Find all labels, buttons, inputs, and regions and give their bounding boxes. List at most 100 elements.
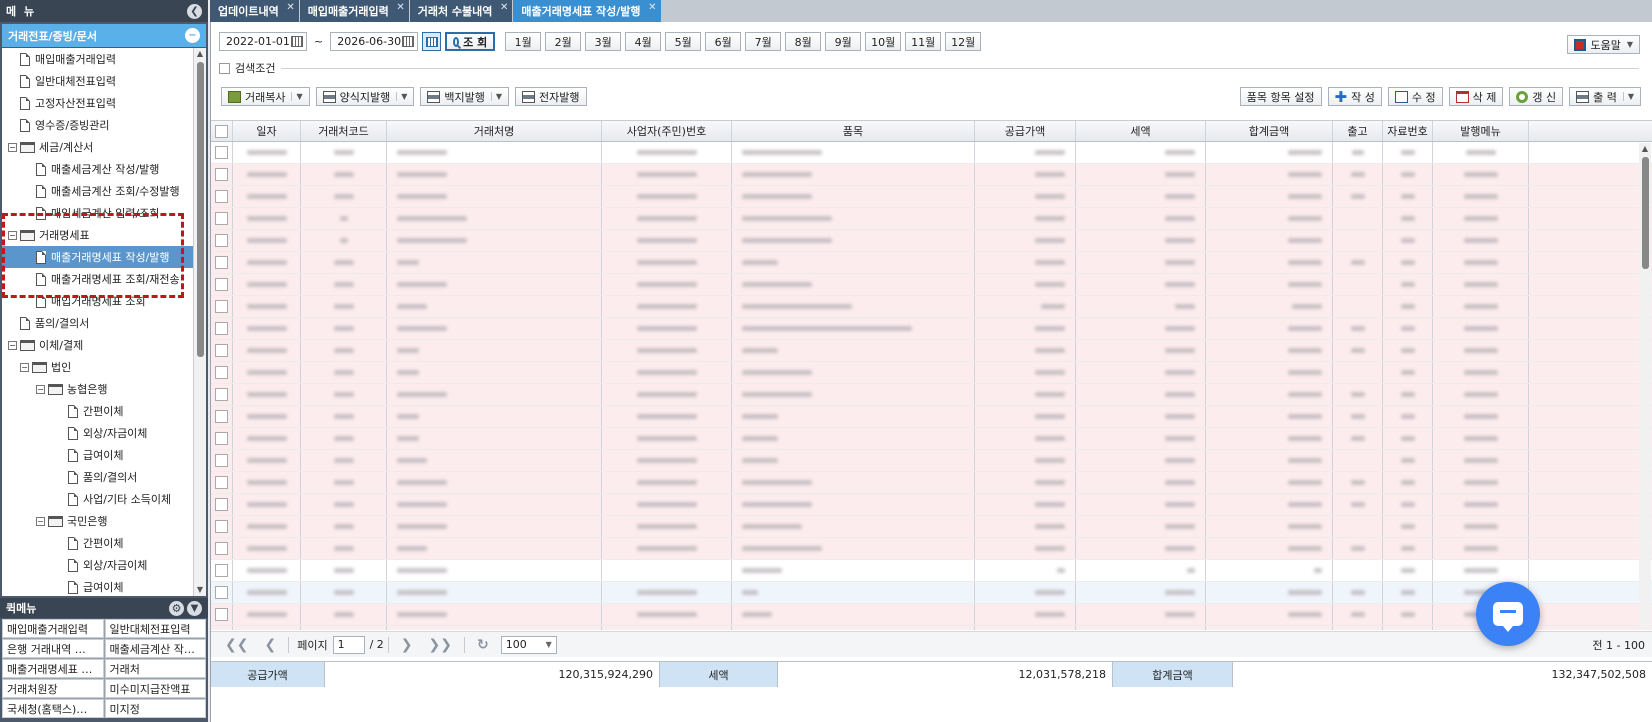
- menu-tree-folder[interactable]: − 세금/계산서: [2, 136, 193, 158]
- month-button-4[interactable]: 4월: [625, 32, 662, 51]
- row-checkbox[interactable]: [215, 300, 228, 313]
- quick-menu-item[interactable]: 매출세금계산 작…: [104, 639, 206, 658]
- collapse-toggle-icon[interactable]: −: [36, 384, 45, 394]
- table-row[interactable]: [211, 626, 1652, 630]
- tab-3[interactable]: 매출거래명세표 작성/발행 ✕: [513, 0, 661, 22]
- row-checkbox[interactable]: [215, 388, 228, 401]
- menu-tree-folder[interactable]: − 농협은행: [2, 378, 193, 400]
- menu-tree-folder[interactable]: − 국민은행: [2, 510, 193, 532]
- table-row[interactable]: [211, 142, 1652, 164]
- first-page-icon[interactable]: ❮❮: [225, 637, 248, 653]
- row-checkbox[interactable]: [215, 256, 228, 269]
- collapse-toggle-icon[interactable]: −: [8, 230, 17, 240]
- blank-issue-button[interactable]: 백지발행 ▼: [420, 87, 510, 106]
- menu-tree-item[interactable]: 품의/결의서: [2, 312, 193, 334]
- row-checkbox[interactable]: [215, 564, 228, 577]
- scroll-up-icon[interactable]: ▲: [194, 48, 206, 60]
- menu-tree-item[interactable]: 간편이체: [2, 400, 193, 422]
- quick-menu-item[interactable]: 국세청(홈택스)…: [2, 699, 104, 718]
- minus-icon[interactable]: −: [185, 28, 200, 43]
- menu-tree-folder[interactable]: − 거래명세표: [2, 224, 193, 246]
- menu-tree-item[interactable]: 매출거래명세표 조회/재전송: [2, 268, 193, 290]
- chevron-down-icon[interactable]: ▼: [291, 92, 303, 101]
- scrollbar-thumb[interactable]: [1642, 157, 1649, 269]
- row-checkbox[interactable]: [215, 146, 228, 159]
- collapse-toggle-icon[interactable]: −: [20, 362, 29, 372]
- column-header[interactable]: 합계금액: [1206, 121, 1333, 141]
- menu-group-header[interactable]: 거래전표/증빙/문서 −: [2, 24, 206, 47]
- row-checkbox[interactable]: [215, 498, 228, 511]
- edit-button[interactable]: 수 정: [1387, 87, 1443, 106]
- collapse-toggle-icon[interactable]: −: [8, 340, 17, 350]
- create-button[interactable]: ✚ 작 성: [1327, 87, 1382, 106]
- menu-tree-item[interactable]: 사업/기타 소득이체: [2, 488, 193, 510]
- table-row[interactable]: [211, 604, 1652, 626]
- next-page-icon[interactable]: ❯: [401, 637, 413, 653]
- column-header[interactable]: 사업자(주민)번호: [602, 121, 732, 141]
- date-from-input[interactable]: 2022-01-01: [219, 32, 307, 51]
- table-row[interactable]: [211, 428, 1652, 450]
- row-checkbox[interactable]: [215, 322, 228, 335]
- table-row[interactable]: [211, 230, 1652, 252]
- quick-menu-item[interactable]: 은행 거래내역 …: [2, 639, 104, 658]
- month-button-12[interactable]: 12월: [945, 32, 982, 51]
- menu-tree-item[interactable]: 매출세금계산 조회/수정발행: [2, 180, 193, 202]
- collapse-menu-icon[interactable]: ❮: [187, 3, 202, 19]
- chevron-down-icon[interactable]: ▼: [490, 92, 502, 101]
- collapse-toggle-icon[interactable]: −: [8, 142, 17, 152]
- quick-menu-item[interactable]: 거래처: [104, 659, 206, 678]
- chevron-down-icon[interactable]: ▼: [396, 92, 407, 101]
- row-checkbox[interactable]: [215, 608, 228, 621]
- scroll-down-icon[interactable]: ▼: [194, 584, 206, 596]
- quick-menu-item[interactable]: 미지정: [104, 699, 206, 718]
- search-condition-toggle[interactable]: 검색조건: [219, 60, 1639, 76]
- table-row[interactable]: [211, 560, 1652, 582]
- row-checkbox[interactable]: [215, 454, 228, 467]
- row-checkbox[interactable]: [215, 520, 228, 533]
- month-button-10[interactable]: 10월: [865, 32, 902, 51]
- reload-icon[interactable]: ↻: [477, 637, 489, 653]
- month-button-11[interactable]: 11월: [905, 32, 942, 51]
- menu-tree-folder[interactable]: − 이체/결제: [2, 334, 193, 356]
- menu-tree-item[interactable]: 품의/결의서: [2, 466, 193, 488]
- column-header[interactable]: 공급가액: [975, 121, 1076, 141]
- row-checkbox[interactable]: [215, 234, 228, 247]
- tab-2[interactable]: 거래처 수불내역 ✕: [409, 0, 513, 22]
- column-header[interactable]: 거래처명: [387, 121, 602, 141]
- close-icon[interactable]: ✕: [396, 2, 404, 13]
- column-header[interactable]: 품목: [732, 121, 975, 141]
- row-checkbox[interactable]: [215, 476, 228, 489]
- table-row[interactable]: [211, 296, 1652, 318]
- row-checkbox[interactable]: [215, 542, 228, 555]
- table-row[interactable]: [211, 186, 1652, 208]
- table-row[interactable]: [211, 164, 1652, 186]
- copy-transaction-button[interactable]: 거래복사 ▼: [221, 87, 310, 106]
- close-icon[interactable]: ✕: [286, 2, 294, 13]
- select-all-checkbox[interactable]: [215, 124, 228, 138]
- calendar-icon[interactable]: [291, 36, 303, 47]
- column-header[interactable]: 일자: [233, 121, 301, 141]
- scroll-up-icon[interactable]: ▲: [1639, 143, 1651, 155]
- help-button[interactable]: 도움말 ▼: [1567, 35, 1640, 54]
- month-button-6[interactable]: 6월: [705, 32, 742, 51]
- row-checkbox[interactable]: [215, 344, 228, 357]
- gear-icon[interactable]: ⚙: [169, 600, 184, 616]
- row-checkbox[interactable]: [215, 432, 228, 445]
- table-row[interactable]: [211, 362, 1652, 384]
- chevron-down-icon[interactable]: ▼: [187, 600, 202, 616]
- column-header[interactable]: 자료번호: [1383, 121, 1433, 141]
- row-checkbox[interactable]: [215, 190, 228, 203]
- menu-tree-scrollbar[interactable]: ▲ ▼: [193, 48, 206, 596]
- last-page-icon[interactable]: ❯❯: [429, 637, 452, 653]
- menu-tree-item[interactable]: 매출세금계산 작성/발행: [2, 158, 193, 180]
- menu-tree-item[interactable]: 매입매출거래입력: [2, 48, 193, 70]
- refresh-button[interactable]: 갱 신: [1509, 87, 1564, 106]
- month-button-5[interactable]: 5월: [665, 32, 702, 51]
- month-button-9[interactable]: 9월: [825, 32, 862, 51]
- scrollbar-thumb[interactable]: [197, 62, 204, 357]
- table-row[interactable]: [211, 472, 1652, 494]
- month-button-2[interactable]: 2월: [545, 32, 582, 51]
- close-icon[interactable]: ✕: [500, 2, 508, 13]
- table-row[interactable]: [211, 516, 1652, 538]
- table-row[interactable]: [211, 384, 1652, 406]
